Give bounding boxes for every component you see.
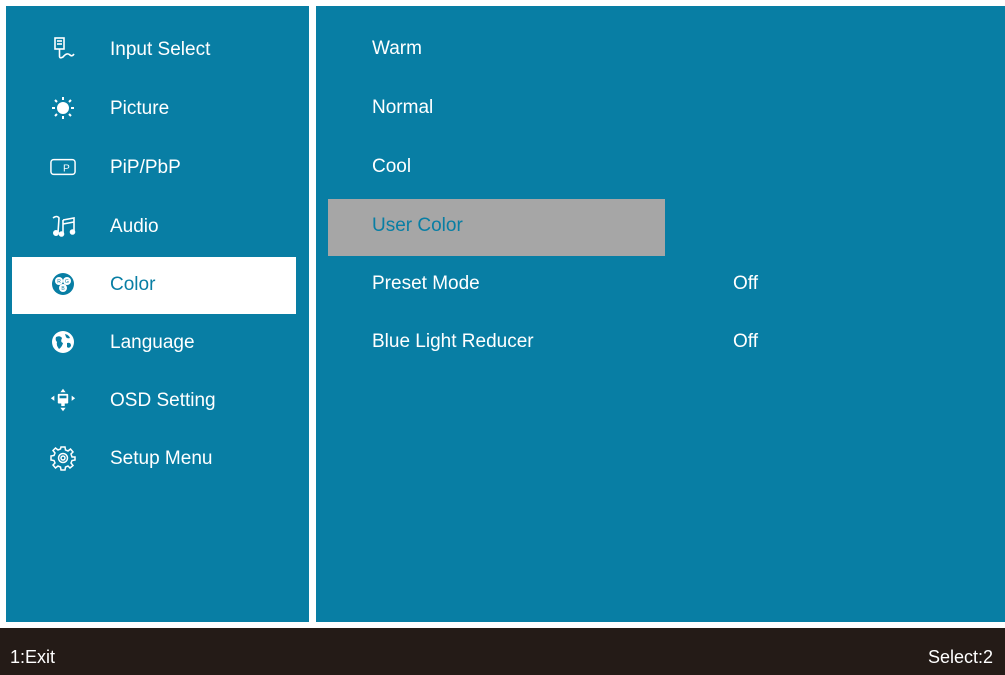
svg-text:P: P <box>63 164 70 175</box>
menu-item-label: Picture <box>110 98 170 119</box>
menu-item-label: Audio <box>110 216 159 237</box>
menu-item-audio[interactable]: Audio <box>12 199 296 256</box>
color-option-normal[interactable]: Normal <box>328 81 665 138</box>
exit-hint[interactable]: 1:Exit <box>10 647 55 668</box>
menu-item-language[interactable]: Language <box>12 315 296 372</box>
color-option-warm[interactable]: Warm <box>328 22 665 79</box>
option-value: Off <box>733 273 758 294</box>
option-label: Blue Light Reducer <box>372 331 534 352</box>
input-select-icon <box>50 36 76 62</box>
option-label: User Color <box>372 215 463 236</box>
menu-item-label: Input Select <box>110 39 211 60</box>
osd-footer: 1:Exit Select:2 <box>0 628 1005 675</box>
svg-text:G: G <box>65 279 69 285</box>
menu-item-label: PiP/PbP <box>110 157 181 178</box>
menu-item-label: Language <box>110 332 195 353</box>
color-option-user-color[interactable]: User Color <box>328 199 665 256</box>
svg-text:R: R <box>57 279 61 285</box>
menu-item-osd-setting[interactable]: OSD Setting <box>12 373 296 430</box>
rgb-icon: R G B <box>50 271 76 297</box>
pip-icon: P <box>50 154 76 180</box>
option-label: Cool <box>372 156 412 177</box>
option-value: Off <box>733 331 758 352</box>
menu-item-color[interactable]: R G B Color <box>12 257 296 314</box>
gear-icon <box>50 445 76 471</box>
menu-item-input-select[interactable]: Input Select <box>12 22 296 79</box>
brightness-icon <box>50 95 76 121</box>
audio-icon <box>50 213 76 239</box>
menu-item-label: OSD Setting <box>110 390 216 411</box>
option-label: Normal <box>372 97 434 118</box>
menu-item-pip-pbp[interactable]: P PiP/PbP <box>12 140 296 197</box>
menu-item-setup-menu[interactable]: Setup Menu <box>12 431 296 488</box>
select-hint[interactable]: Select:2 <box>928 647 993 668</box>
color-option-preset-mode[interactable]: Preset Mode Off <box>328 257 758 314</box>
option-label: Preset Mode <box>372 273 480 294</box>
globe-icon <box>50 329 76 355</box>
menu-item-label: Color <box>110 274 156 295</box>
color-option-cool[interactable]: Cool <box>328 140 665 197</box>
menu-item-label: Setup Menu <box>110 448 213 469</box>
menu-item-picture[interactable]: Picture <box>12 81 296 138</box>
osd-setting-icon <box>50 387 76 413</box>
option-label: Warm <box>372 38 422 59</box>
color-option-blue-light-reducer[interactable]: Blue Light Reducer Off <box>328 315 758 372</box>
